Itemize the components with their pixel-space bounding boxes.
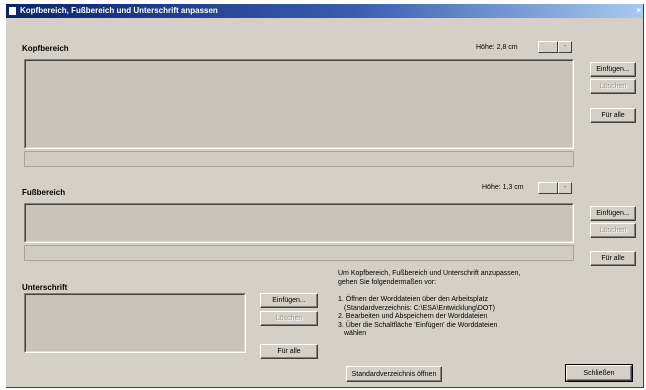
kopfbereich-height-label: Höhe: 2,8 cm	[476, 44, 518, 51]
app-icon	[9, 7, 16, 15]
unterschrift-label: Unterschrift	[22, 283, 68, 292]
kopfbereich-label: Kopfbereich	[22, 44, 69, 53]
instructions-step3-line2: wählen	[344, 330, 367, 337]
kopfbereich-height-spin-down[interactable]	[538, 41, 558, 53]
instructions-intro-line1: Um Kopfbereich, Fußbereich und Unterschr…	[338, 270, 521, 277]
fussbereich-label: Fußbereich	[22, 188, 66, 197]
fussbereich-all-button[interactable]: Für alle	[590, 251, 636, 266]
fussbereich-preview[interactable]	[24, 203, 574, 243]
instructions-step2: 2. Bearbeiten und Abspeichern der Wordda…	[338, 313, 488, 320]
fussbereich-height-label: Höhe: 1,3 cm	[482, 184, 524, 191]
title-bar[interactable]: Kopfbereich, Fußbereich und Unterschrift…	[6, 4, 643, 18]
kopfbereich-height-spin-up[interactable]: -	[558, 41, 572, 53]
instructions-step1-line1: 1. Öffnen der Worddateien über den Arbei…	[338, 296, 488, 303]
unterschrift-preview[interactable]	[24, 293, 246, 353]
fussbereich-height-spin-down[interactable]	[538, 182, 558, 194]
kopfbereich-preview[interactable]	[24, 59, 574, 149]
close-icon[interactable]: ×	[636, 4, 641, 18]
window-title: Kopfbereich, Fußbereich und Unterschrift…	[20, 6, 218, 15]
unterschrift-insert-button[interactable]: Einfügen...	[260, 293, 318, 308]
fussbereich-filename-field	[24, 245, 574, 261]
kopfbereich-delete-button[interactable]: Löschen	[590, 79, 636, 94]
unterschrift-delete-button[interactable]: Löschen	[260, 311, 318, 326]
kopfbereich-insert-button[interactable]: Einfügen...	[590, 62, 636, 77]
fussbereich-delete-button[interactable]: Löschen	[590, 223, 636, 238]
instructions-step3-line1: 3. Über die Schaltfläche 'Einfügen' die …	[338, 321, 498, 329]
open-default-directory-button[interactable]: Standardverzeichnis öffnen	[346, 366, 442, 382]
fussbereich-height-spin-up[interactable]: -	[558, 182, 572, 194]
close-button[interactable]: Schließen	[565, 364, 633, 382]
kopfbereich-filename-field	[24, 151, 574, 167]
kopfbereich-all-button[interactable]: Für alle	[590, 108, 636, 123]
dialog-window: Kopfbereich, Fußbereich und Unterschrift…	[6, 4, 644, 388]
instructions-step1-line2: (Standardverzeichnis: C:\ESA\Entwicklung…	[344, 304, 495, 312]
unterschrift-all-button[interactable]: Für alle	[260, 344, 318, 359]
fussbereich-insert-button[interactable]: Einfügen...	[590, 206, 636, 221]
instructions-text: Um Kopfbereich, Fußbereich und Unterschr…	[338, 270, 520, 339]
instructions-intro-line2: gehen Sie folgendermaßen vor:	[338, 278, 437, 286]
